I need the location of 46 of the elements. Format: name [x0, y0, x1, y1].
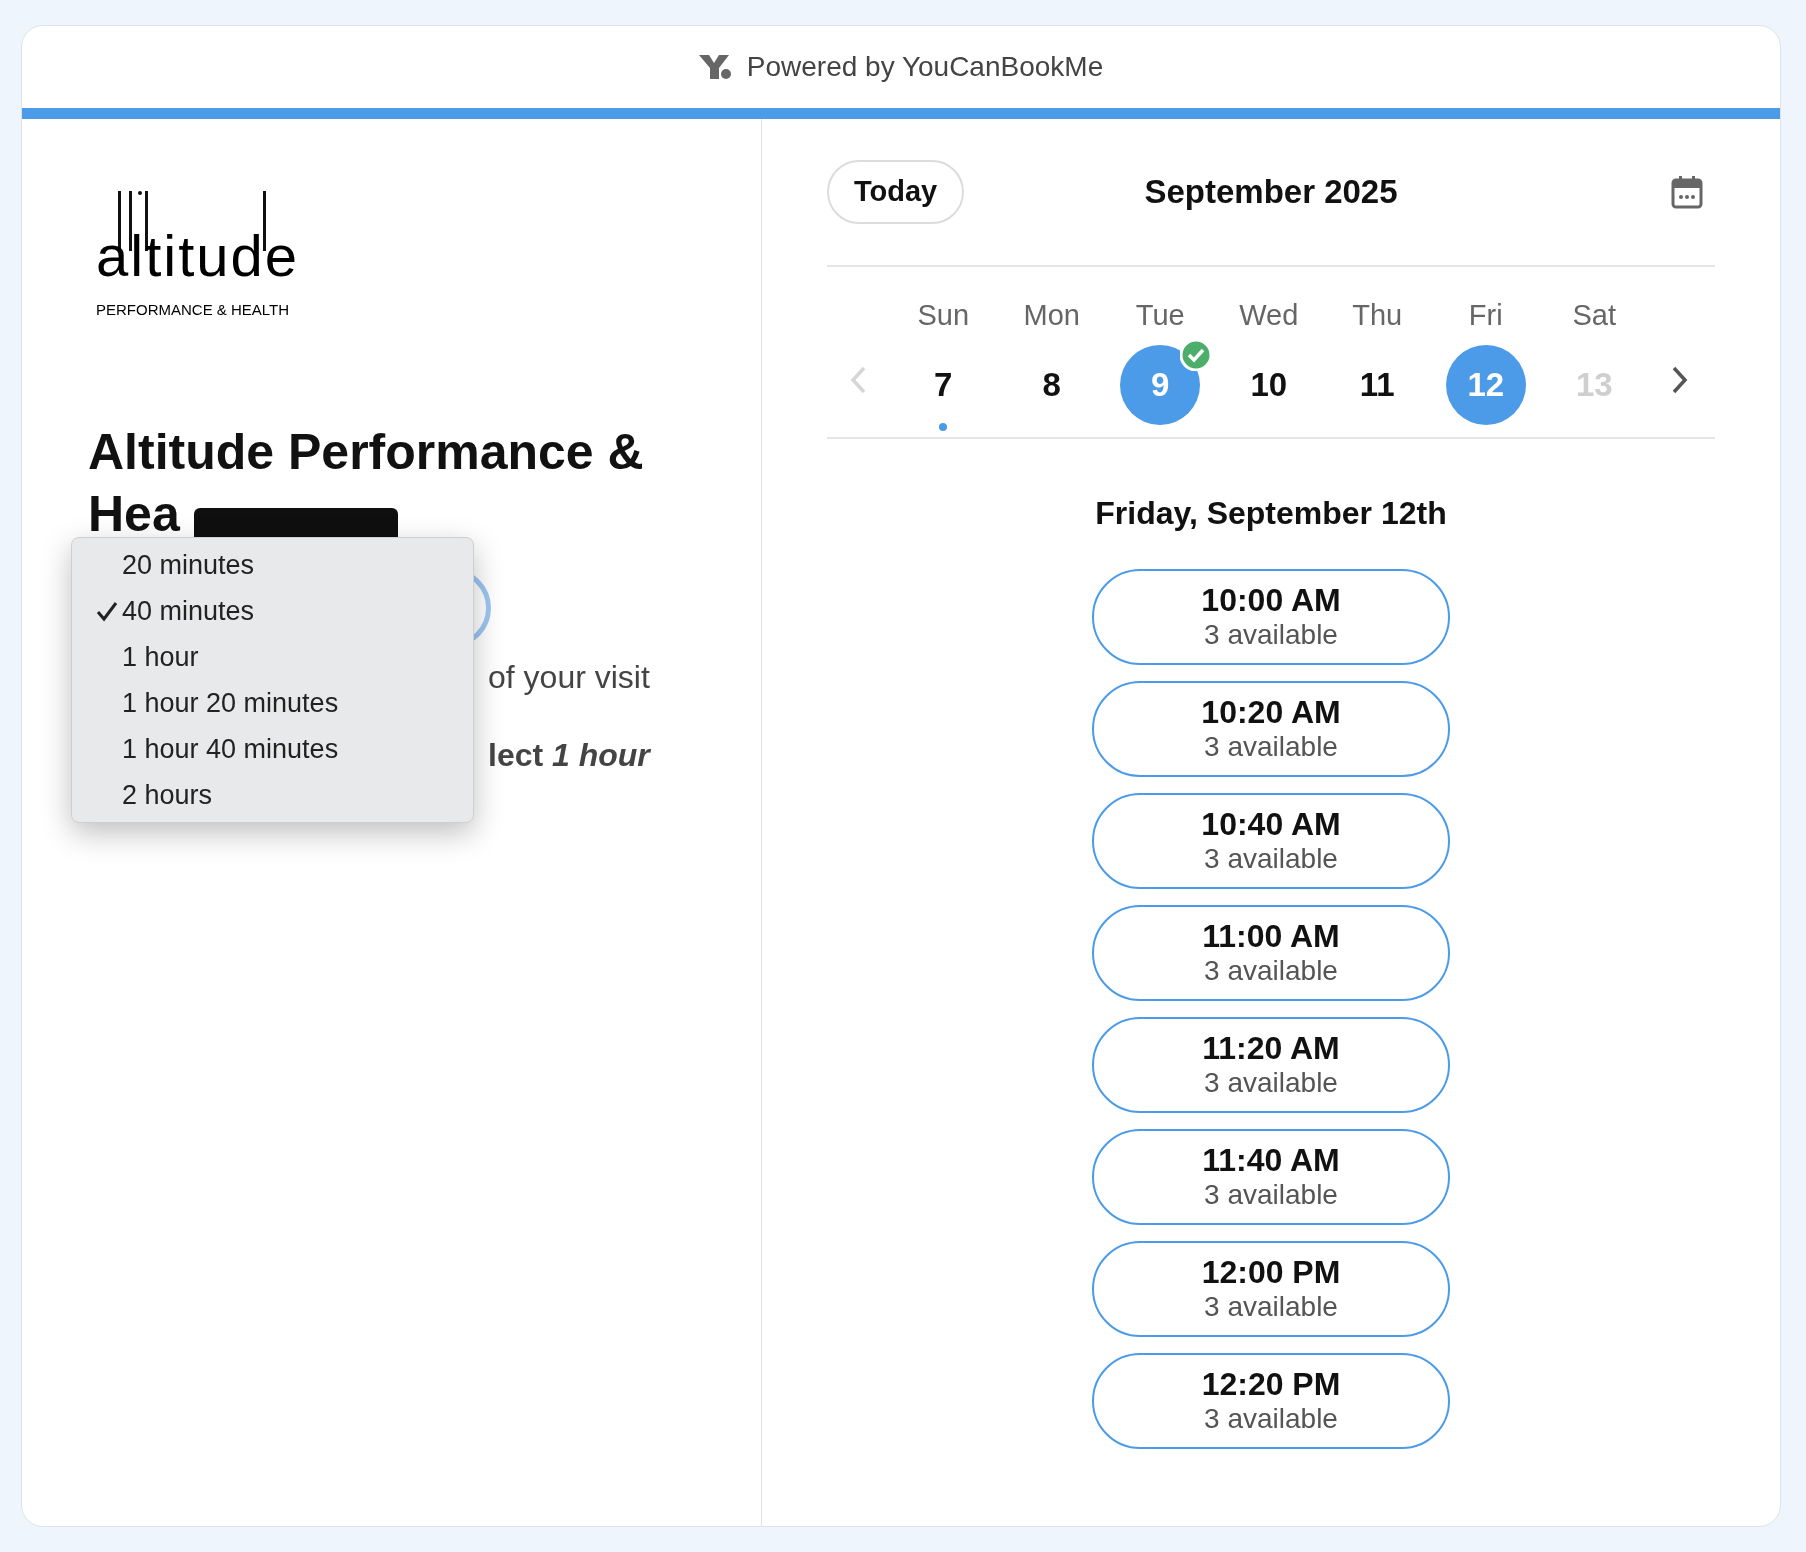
menu-item[interactable]: 40 minutes: [72, 588, 473, 634]
menu-item[interactable]: 1 hour 40 minutes: [72, 726, 473, 772]
menu-item-label: 1 hour 20 minutes: [122, 686, 339, 720]
date-button[interactable]: 8: [1011, 345, 1092, 425]
weekday-label: Thu: [1352, 298, 1403, 333]
weekday-label: Tue: [1135, 298, 1185, 333]
business-title: Altitude Performance &: [88, 423, 644, 482]
time-slot-button[interactable]: 10:40 AM 3 available: [1092, 793, 1450, 889]
weekday-label: Mon: [1023, 298, 1080, 333]
month-title: September 2025: [1144, 172, 1398, 213]
time-slot-button[interactable]: 10:20 AM 3 available: [1092, 681, 1450, 777]
menu-item[interactable]: 1 hour 20 minutes: [72, 680, 473, 726]
logo-wordmark: altitude: [96, 227, 300, 285]
logo-tagline: PERFORMANCE & HEALTH: [96, 300, 290, 320]
time-slot-button[interactable]: 12:20 PM 3 available: [1092, 1353, 1450, 1449]
calendar-icon[interactable]: [1671, 175, 1703, 209]
weekday-label: Sun: [917, 298, 970, 333]
time-slot-button[interactable]: 11:40 AM 3 available: [1092, 1129, 1450, 1225]
menu-item[interactable]: 2 hours: [72, 772, 473, 818]
time-slot-button[interactable]: 11:00 AM 3 available: [1092, 905, 1450, 1001]
powered-by-text: Powered by YouCanBookMe: [746, 50, 1104, 84]
weekday-label: Sat: [1572, 298, 1616, 333]
today-button[interactable]: Today: [827, 160, 965, 224]
time-slot-button[interactable]: 11:20 AM 3 available: [1092, 1017, 1450, 1113]
date-button[interactable]: 7: [903, 345, 984, 425]
business-title: Hea: [88, 485, 180, 544]
selected-day-heading: Friday, September 12th: [1095, 494, 1447, 533]
date-button[interactable]: 10: [1228, 345, 1309, 425]
menu-item[interactable]: 20 minutes: [72, 542, 473, 588]
menu-item-label: 2 hours: [122, 778, 213, 812]
menu-item-label: 1 hour: [122, 640, 199, 674]
check-badge-icon: [1180, 339, 1213, 371]
time-slot-button[interactable]: 10:00 AM 3 available: [1092, 569, 1450, 665]
menu-item-label: 1 hour 40 minutes: [122, 732, 339, 766]
menu-item-label: 20 minutes: [122, 548, 255, 582]
weekday-label: Wed: [1239, 298, 1299, 333]
time-slot-button[interactable]: 12:00 PM 3 available: [1092, 1241, 1450, 1337]
logo-icon: [698, 55, 731, 79]
chevron-right-icon: [1670, 365, 1689, 395]
menu-item-label: 40 minutes: [122, 594, 255, 628]
menu-item[interactable]: 1 hour: [72, 634, 473, 680]
description-text: of your visit: [488, 658, 650, 697]
date-button[interactable]: 11: [1337, 345, 1418, 425]
chevron-left-icon: [849, 365, 867, 395]
weekday-label: Fri: [1468, 298, 1503, 333]
description-text: lect 1 hour: [488, 736, 650, 775]
